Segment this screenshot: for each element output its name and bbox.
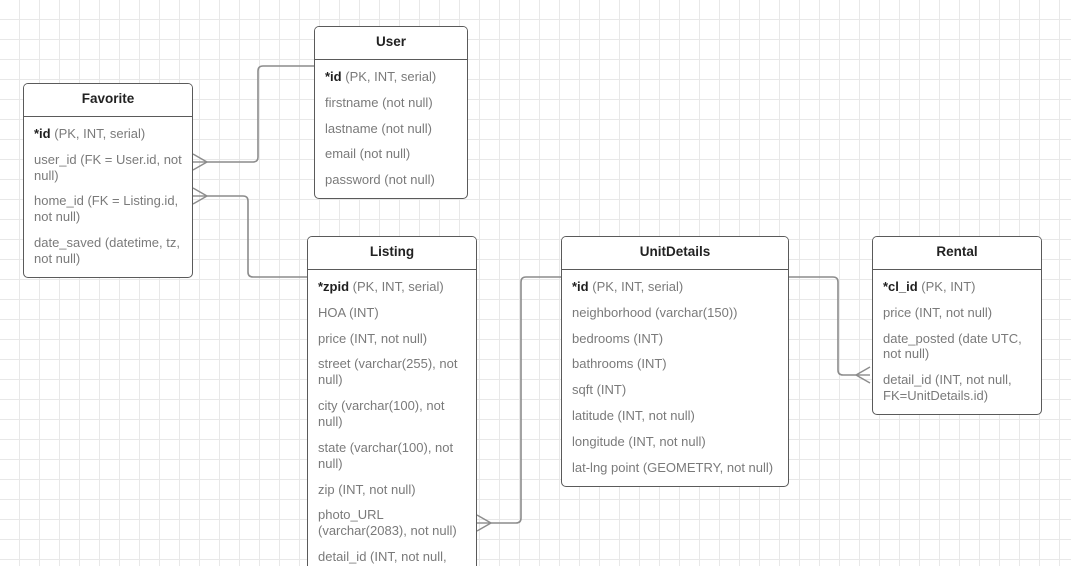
field-text: lat-lng point (GEOMETRY, not null) — [572, 459, 774, 475]
field-text: bedrooms (INT) — [572, 330, 664, 346]
entity-rental-fields: *cl_id (PK, INT) price (INT, not null) d… — [873, 270, 1041, 414]
field-text: user_id (FK = User.id, not null) — [34, 151, 182, 183]
field-text: (PK, INT, serial) — [341, 68, 437, 84]
field-text: detail_id (INT, not null, FK=UnitDetails… — [318, 549, 447, 566]
field-text: firstname (not null) — [325, 94, 433, 110]
field-text: HOA (INT) — [318, 304, 379, 320]
connector-favorite-user — [192, 65, 314, 171]
entity-user-title: User — [315, 27, 467, 60]
field-row[interactable]: bathrooms (INT) — [562, 351, 788, 377]
field-row[interactable]: city (varchar(100), not null) — [308, 393, 476, 435]
entity-listing-fields: *zpid (PK, INT, serial) HOA (INT) price … — [308, 270, 476, 566]
field-text: (PK, INT) — [917, 278, 976, 294]
entity-favorite-fields: *id (PK, INT, serial) user_id (FK = User… — [24, 117, 192, 277]
field-row[interactable]: state (varchar(100), not null) — [308, 435, 476, 477]
entity-rental[interactable]: Rental *cl_id (PK, INT) price (INT, not … — [872, 236, 1042, 415]
field-row[interactable]: firstname (not null) — [315, 90, 467, 116]
field-text: date_posted (date UTC, not null) — [883, 330, 1022, 362]
field-text: detail_id (INT, not null, FK=UnitDetails… — [883, 372, 1012, 404]
field-text: state (varchar(100), not null) — [318, 439, 454, 471]
field-text: zip (INT, not null) — [318, 481, 416, 497]
field-row[interactable]: *id (PK, INT, serial) — [562, 274, 788, 300]
field-row[interactable]: lastname (not null) — [315, 116, 467, 142]
field-text: (PK, INT, serial) — [50, 125, 146, 141]
field-text: email (not null) — [325, 146, 411, 162]
field-row[interactable]: date_saved (datetime, tz, not null) — [24, 230, 192, 272]
field-text: neighborhood (varchar(150)) — [572, 304, 738, 320]
field-text: bathrooms (INT) — [572, 356, 667, 372]
field-row[interactable]: email (not null) — [315, 141, 467, 167]
field-row[interactable]: password (not null) — [315, 167, 467, 193]
connector-listing-unitdetails — [476, 276, 561, 532]
field-text: (PK, INT, serial) — [349, 278, 444, 294]
er-diagram-canvas: Favorite *id (PK, INT, serial) user_id (… — [0, 0, 1071, 566]
field-row[interactable]: *cl_id (PK, INT) — [873, 274, 1041, 300]
field-row[interactable]: zip (INT, not null) — [308, 477, 476, 503]
primary-key-label: *cl_id — [883, 278, 918, 294]
connector-favorite-listing — [192, 187, 307, 278]
entity-listing[interactable]: Listing *zpid (PK, INT, serial) HOA (INT… — [307, 236, 477, 566]
primary-key-label: *id — [572, 278, 589, 294]
field-row[interactable]: sqft (INT) — [562, 377, 788, 403]
field-row[interactable]: *zpid (PK, INT, serial) — [308, 274, 476, 300]
primary-key-label: *id — [325, 68, 342, 84]
field-row[interactable]: neighborhood (varchar(150)) — [562, 300, 788, 326]
entity-unitdetails-fields: *id (PK, INT, serial) neighborhood (varc… — [562, 270, 788, 486]
field-row[interactable]: home_id (FK = Listing.id, not null) — [24, 188, 192, 230]
field-row[interactable]: detail_id (INT, not null, FK=UnitDetails… — [308, 544, 476, 566]
field-row[interactable]: *id (PK, INT, serial) — [24, 121, 192, 147]
field-row[interactable]: longitude (INT, not null) — [562, 429, 788, 455]
field-row[interactable]: latitude (INT, not null) — [562, 403, 788, 429]
field-row[interactable]: price (INT, not null) — [308, 326, 476, 352]
entity-favorite[interactable]: Favorite *id (PK, INT, serial) user_id (… — [23, 83, 193, 278]
field-text: (PK, INT, serial) — [588, 278, 684, 294]
field-text: latitude (INT, not null) — [572, 408, 695, 424]
field-row[interactable]: detail_id (INT, not null, FK=UnitDetails… — [873, 367, 1041, 409]
field-text: price (INT, not null) — [883, 304, 993, 320]
field-row[interactable]: bedrooms (INT) — [562, 326, 788, 352]
field-row[interactable]: HOA (INT) — [308, 300, 476, 326]
field-text: price (INT, not null) — [318, 330, 428, 346]
field-text: lastname (not null) — [325, 120, 432, 136]
field-text: home_id (FK = Listing.id, not null) — [34, 193, 179, 225]
field-text: photo_URL (varchar(2083), not null) — [318, 507, 457, 539]
entity-favorite-title: Favorite — [24, 84, 192, 117]
field-text: street (varchar(255), not null) — [318, 356, 458, 388]
field-row[interactable]: street (varchar(255), not null) — [308, 351, 476, 393]
entity-user-fields: *id (PK, INT, serial) firstname (not nul… — [315, 60, 467, 198]
entity-listing-title: Listing — [308, 237, 476, 270]
field-text: password (not null) — [325, 172, 435, 188]
entity-user[interactable]: User *id (PK, INT, serial) firstname (no… — [314, 26, 468, 200]
field-row[interactable]: price (INT, not null) — [873, 300, 1041, 326]
entity-unitdetails-title: UnitDetails — [562, 237, 788, 270]
entity-unitdetails[interactable]: UnitDetails *id (PK, INT, serial) neighb… — [561, 236, 789, 487]
field-text: date_saved (datetime, tz, not null) — [34, 235, 180, 266]
connector-rental-unitdetails — [789, 276, 871, 384]
field-row[interactable]: date_posted (date UTC, not null) — [873, 326, 1041, 368]
entity-rental-title: Rental — [873, 237, 1041, 270]
field-text: sqft (INT) — [572, 382, 627, 398]
field-row[interactable]: photo_URL (varchar(2083), not null) — [308, 502, 476, 544]
primary-key-label: *zpid — [318, 278, 350, 294]
primary-key-label: *id — [34, 125, 51, 141]
field-row[interactable]: lat-lng point (GEOMETRY, not null) — [562, 455, 788, 481]
field-text: city (varchar(100), not null) — [318, 398, 445, 429]
field-row[interactable]: user_id (FK = User.id, not null) — [24, 147, 192, 189]
field-row[interactable]: *id (PK, INT, serial) — [315, 64, 467, 90]
field-text: longitude (INT, not null) — [572, 434, 706, 449]
